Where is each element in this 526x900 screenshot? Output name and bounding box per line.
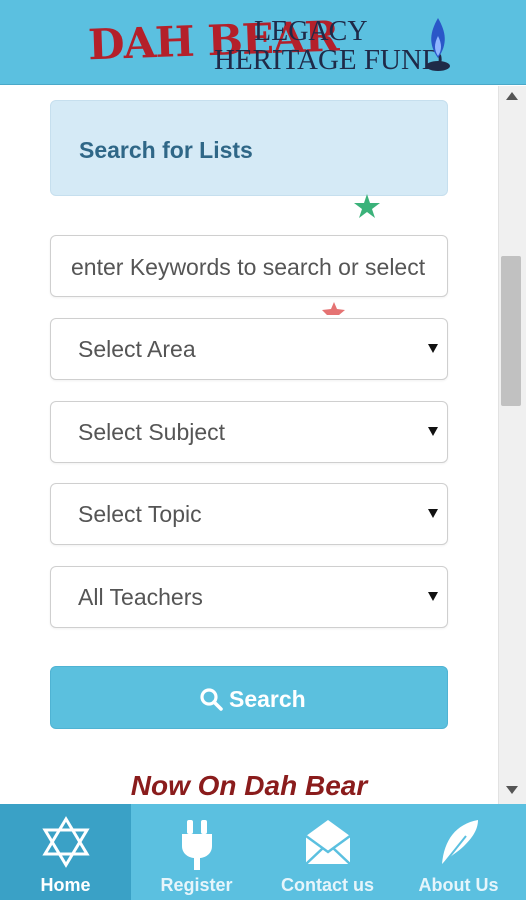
subject-select[interactable]: Select Subject bbox=[50, 401, 448, 463]
search-panel-header: Search for Lists bbox=[50, 100, 448, 196]
logo-line2: HERITAGE FUND bbox=[214, 44, 443, 76]
green-star-icon bbox=[354, 194, 380, 218]
keywords-input[interactable] bbox=[69, 250, 433, 284]
dah-bear-logo[interactable]: DAH BEAR LEGACY HERITAGE FUND bbox=[84, 10, 454, 80]
area-select[interactable]: Select Area bbox=[50, 318, 448, 380]
teacher-select-value: All Teachers bbox=[78, 584, 203, 610]
nav-home-label: Home bbox=[40, 875, 91, 895]
search-icon bbox=[200, 688, 223, 711]
nav-register[interactable]: Register bbox=[131, 804, 262, 900]
scroll-up-arrow-icon[interactable] bbox=[506, 92, 518, 100]
teacher-select[interactable]: All Teachers bbox=[50, 566, 448, 628]
caret-down-icon bbox=[428, 509, 438, 518]
nav-about[interactable]: About Us bbox=[393, 804, 524, 900]
area-select-value: Select Area bbox=[78, 336, 196, 362]
nav-home[interactable]: Home bbox=[0, 804, 131, 900]
topic-select[interactable]: Select Topic bbox=[50, 483, 448, 545]
envelope-icon bbox=[304, 820, 351, 865]
bottom-nav: Home Register Contact us About Us bbox=[0, 804, 526, 900]
feather-icon bbox=[440, 820, 478, 867]
nav-contact-label: Contact us bbox=[280, 875, 374, 895]
subject-select-value: Select Subject bbox=[78, 419, 226, 445]
search-button-label: Search bbox=[229, 685, 306, 712]
scroll-down-arrow-icon[interactable] bbox=[506, 786, 518, 794]
now-on-heading: Now On Dah Bear bbox=[130, 770, 368, 801]
scrollbar-thumb[interactable] bbox=[501, 256, 521, 406]
app-header: DAH BEAR LEGACY HERITAGE FUND bbox=[0, 0, 526, 85]
flame-icon bbox=[426, 18, 450, 71]
nav-contact[interactable]: Contact us bbox=[262, 804, 393, 900]
caret-down-icon bbox=[428, 427, 438, 436]
caret-down-icon bbox=[428, 344, 438, 353]
search-panel-title: Search for Lists bbox=[79, 137, 253, 163]
search-button[interactable]: Search bbox=[50, 666, 448, 729]
plug-icon bbox=[181, 820, 212, 870]
nav-register-label: Register bbox=[160, 875, 233, 895]
vertical-scrollbar[interactable] bbox=[498, 86, 526, 804]
red-star-icon bbox=[322, 302, 345, 315]
caret-down-icon bbox=[428, 592, 438, 601]
nav-about-label: About Us bbox=[418, 875, 499, 895]
topic-select-value: Select Topic bbox=[78, 501, 202, 527]
keywords-field[interactable] bbox=[50, 235, 448, 297]
star-of-david-icon bbox=[41, 816, 90, 868]
